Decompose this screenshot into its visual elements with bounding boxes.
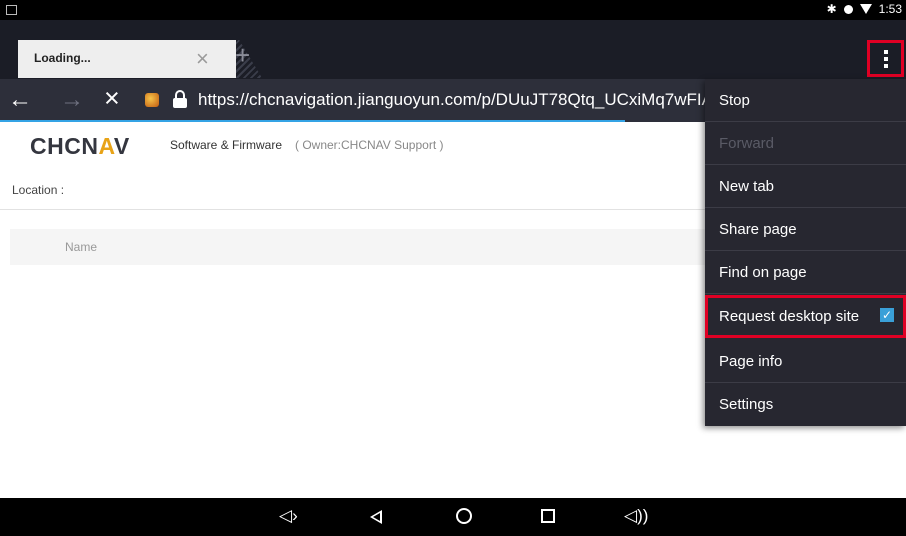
overflow-menu: Stop Forward New tab Share page Find on … — [705, 79, 906, 426]
menu-item-find-on-page[interactable]: Find on page — [705, 251, 906, 294]
location-label: Location : — [12, 183, 65, 197]
menu-dot — [883, 49, 888, 54]
screenshot-notification-icon — [6, 5, 17, 15]
logo-prefix: CHCN — [30, 133, 99, 159]
owner-label: ( Owner:CHCNAV Support ) — [295, 138, 444, 152]
stop-icon[interactable]: × — [104, 84, 120, 112]
menu-item-label: Request desktop site — [719, 308, 860, 325]
chcnav-logo[interactable]: CHCNAV — [30, 133, 130, 160]
menu-item-label: Stop — [719, 92, 750, 109]
volume-up-icon[interactable]: ◁)) — [624, 506, 648, 526]
do-not-disturb-icon — [843, 4, 853, 14]
system-navigation-bar: ◁› ◁)) — [0, 498, 906, 536]
logo-suffix: V — [113, 133, 130, 159]
menu-item-label: Page info — [719, 353, 783, 370]
desktop-site-checkbox[interactable]: ✓ — [880, 308, 894, 322]
name-column-header[interactable]: Name — [65, 240, 97, 254]
menu-item-request-desktop-site[interactable]: Request desktop site ✓ — [705, 295, 906, 338]
browser-tab[interactable]: Loading... × — [18, 40, 236, 78]
page-load-progress-bar — [0, 120, 626, 122]
status-time: 1:53 — [878, 2, 902, 16]
tab-close-icon[interactable]: × — [196, 46, 209, 72]
status-bar: ✱ 1:53 — [0, 0, 906, 20]
logo-accent: A — [98, 133, 114, 159]
status-icons: ✱ 1:53 — [827, 2, 902, 16]
new-tab-icon[interactable]: + — [235, 40, 250, 71]
menu-item-label: Share page — [719, 221, 797, 238]
lock-body — [173, 98, 187, 108]
menu-dot — [883, 63, 888, 68]
menu-dot — [883, 56, 888, 61]
menu-item-label: Settings — [719, 396, 774, 413]
site-favicon-icon — [145, 93, 159, 107]
menu-item-page-info[interactable]: Page info — [705, 340, 906, 383]
menu-item-settings[interactable]: Settings — [705, 383, 906, 426]
page-subtitle: Software & Firmware — [170, 138, 283, 152]
menu-item-label: Forward — [719, 135, 775, 152]
menu-item-label: New tab — [719, 178, 775, 195]
wifi-icon — [859, 4, 872, 14]
url-field[interactable]: https://chcnavigation.jianguoyun.com/p/D… — [198, 90, 724, 110]
forward-arrow-icon[interactable]: → — [60, 86, 84, 114]
nav-home-icon[interactable] — [456, 508, 472, 524]
menu-item-label: Find on page — [719, 264, 807, 281]
volume-down-icon[interactable]: ◁› — [279, 506, 298, 526]
menu-item-forward: Forward — [705, 122, 906, 165]
bluetooth-icon: ✱ — [826, 2, 837, 16]
menu-item-stop[interactable]: Stop — [705, 79, 906, 122]
back-arrow-icon[interactable]: ← — [8, 86, 32, 114]
overflow-menu-icon[interactable] — [867, 40, 904, 77]
menu-item-share-page[interactable]: Share page — [705, 208, 906, 251]
nav-recents-icon[interactable] — [541, 509, 555, 523]
lock-icon[interactable] — [173, 90, 187, 108]
menu-item-new-tab[interactable]: New tab — [705, 165, 906, 208]
nav-back-icon-inner — [373, 513, 380, 521]
tab-title: Loading... — [34, 51, 91, 65]
